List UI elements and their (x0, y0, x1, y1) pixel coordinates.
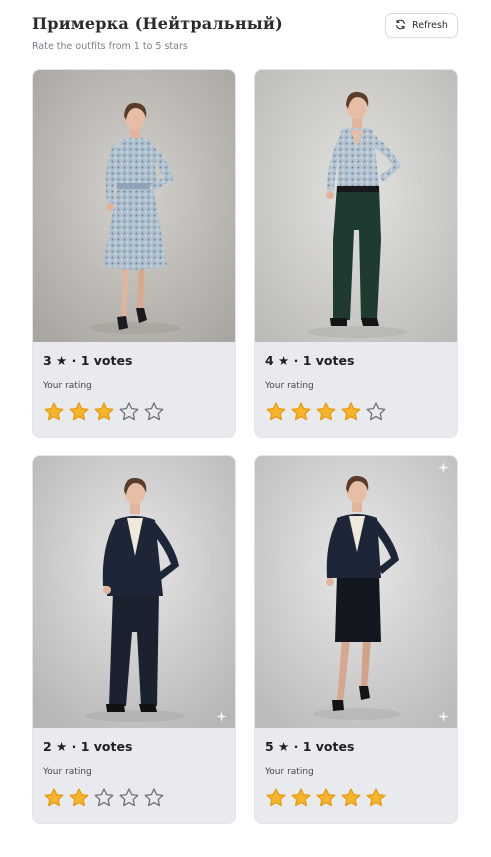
star-filled-icon[interactable] (93, 401, 115, 423)
sparkle-icon (438, 711, 449, 722)
outfit-card: 4 ★ · 1 votes Your rating (254, 69, 458, 438)
votes-count: 1 votes (80, 739, 133, 754)
star-filled-icon[interactable] (340, 401, 362, 423)
star-rating (265, 787, 447, 809)
average-score: 5 ★ · 1 votes (265, 739, 355, 754)
average-value: 2 (43, 739, 52, 754)
your-rating-label: Your rating (43, 767, 92, 777)
star-filled-icon[interactable] (265, 401, 287, 423)
star-rating (43, 401, 225, 423)
star-rating (43, 787, 225, 809)
average-value: 4 (265, 353, 274, 368)
star-filled-icon[interactable] (365, 787, 387, 809)
outfit-photo (255, 456, 457, 728)
star-filled-icon[interactable] (68, 787, 90, 809)
star-filled-icon[interactable] (340, 787, 362, 809)
star-filled-icon[interactable] (265, 787, 287, 809)
star-empty-icon[interactable] (118, 787, 140, 809)
star-empty-icon[interactable] (365, 401, 387, 423)
star-filled-icon[interactable] (290, 787, 312, 809)
star-filled-icon[interactable] (290, 401, 312, 423)
sparkle-icon (216, 711, 227, 722)
outfit-card: 3 ★ · 1 votes Your rating (32, 69, 236, 438)
votes-count: 1 votes (80, 353, 133, 368)
votes-count: 1 votes (302, 353, 355, 368)
outfit-card: 5 ★ · 1 votes Your rating (254, 455, 458, 824)
your-rating-label: Your rating (265, 767, 314, 777)
star-filled-icon[interactable] (43, 401, 65, 423)
average-score: 4 ★ · 1 votes (265, 353, 355, 368)
sparkle-icon (438, 462, 449, 473)
star-filled-icon[interactable] (315, 401, 337, 423)
star-empty-icon[interactable] (93, 787, 115, 809)
star-filled-icon[interactable] (43, 787, 65, 809)
star-filled-icon[interactable] (68, 401, 90, 423)
average-value: 5 (265, 739, 274, 754)
star-filled-icon[interactable] (315, 787, 337, 809)
average-score: 3 ★ · 1 votes (43, 353, 133, 368)
outfit-card: 2 ★ · 1 votes Your rating (32, 455, 236, 824)
your-rating-label: Your rating (43, 381, 92, 391)
refresh-icon (395, 19, 406, 33)
star-empty-icon[interactable] (143, 787, 165, 809)
average-score: 2 ★ · 1 votes (43, 739, 133, 754)
page-header: Примерка (Нейтральный) Rate the outfits … (32, 13, 458, 56)
outfit-photo (33, 456, 235, 728)
outfit-photo (33, 70, 235, 342)
outfit-grid: 3 ★ · 1 votes Your rating 4 ★ · 1 votes … (32, 69, 458, 824)
refresh-label: Refresh (412, 20, 448, 31)
average-value: 3 (43, 353, 52, 368)
star-rating (265, 401, 447, 423)
outfit-photo (255, 70, 457, 342)
refresh-button[interactable]: Refresh (385, 13, 458, 38)
your-rating-label: Your rating (265, 381, 314, 391)
page-subtitle: Rate the outfits from 1 to 5 stars (32, 41, 188, 52)
votes-count: 1 votes (302, 739, 355, 754)
star-empty-icon[interactable] (143, 401, 165, 423)
star-empty-icon[interactable] (118, 401, 140, 423)
